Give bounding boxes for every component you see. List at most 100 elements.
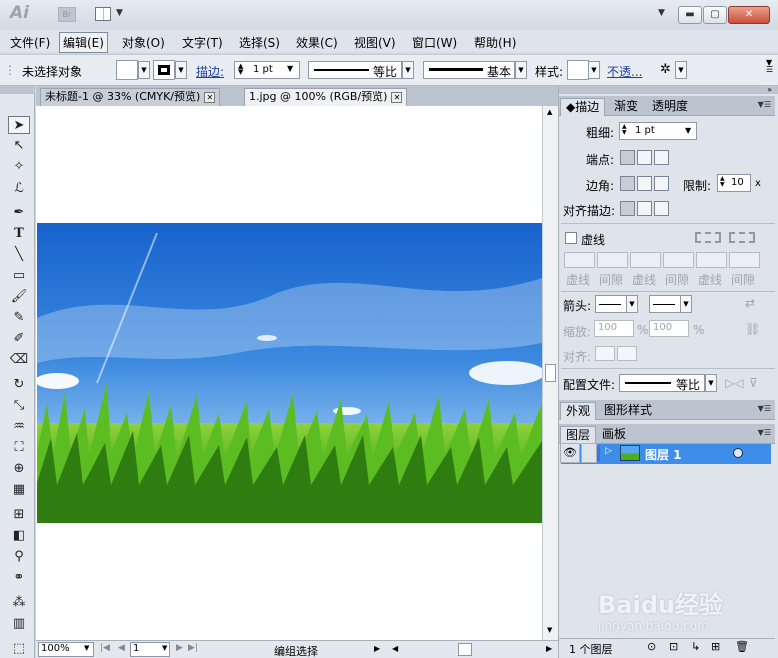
dash-align-icon[interactable] — [729, 232, 755, 243]
dash-2-input[interactable] — [630, 252, 661, 268]
bridge-button[interactable]: Br — [58, 7, 76, 22]
rectangle-tool-icon[interactable]: ▭ — [8, 267, 30, 285]
stroke-swatch[interactable] — [153, 60, 175, 80]
butt-cap-icon[interactable] — [620, 150, 635, 165]
scroll-right-icon[interactable]: ▶ — [546, 644, 552, 653]
shape-builder-tool-icon[interactable]: ⊕ — [8, 460, 30, 478]
artboard-dropdown-icon[interactable]: ▼ — [162, 644, 167, 652]
vertical-scrollbar[interactable]: ▲ ▼ — [542, 106, 558, 640]
align-inside-icon[interactable] — [637, 201, 652, 216]
appearance-menu-icon[interactable]: ▼☰ — [758, 404, 771, 413]
start-arrow-dropdown-icon[interactable]: ▼ — [626, 295, 638, 313]
delete-layer-icon[interactable]: 🗑 — [735, 640, 749, 653]
symbol-sprayer-tool-icon[interactable]: ⁂ — [8, 594, 30, 612]
scroll-up-icon[interactable]: ▲ — [547, 108, 552, 116]
flip-across-icon[interactable]: ⊽ — [749, 376, 758, 390]
weight-dropdown-icon[interactable]: ▼ — [685, 126, 691, 135]
recolor-icon[interactable]: ✲ — [660, 62, 671, 77]
start-scale-input[interactable]: 100 — [594, 320, 634, 337]
align-center-icon[interactable] — [620, 201, 635, 216]
dashed-line-checkbox[interactable] — [565, 232, 577, 244]
tab-graphic-styles[interactable]: 图形样式 — [599, 402, 657, 420]
layer-name[interactable]: 图层 1 — [645, 446, 682, 463]
blob-brush-tool-icon[interactable]: ✐ — [8, 330, 30, 348]
paintbrush-tool-icon[interactable]: 🖌 — [8, 288, 30, 306]
menu-select[interactable]: 选择(S) — [236, 33, 283, 52]
blend-tool-icon[interactable]: ⚭ — [8, 569, 30, 587]
menu-effect[interactable]: 效果(C) — [293, 33, 341, 52]
close-tab-icon[interactable]: ✕ — [391, 91, 403, 103]
workspace-dropdown-icon[interactable]: ▼ — [658, 8, 665, 18]
opacity-link[interactable]: 不透... — [607, 63, 642, 80]
mesh-tool-icon[interactable]: ⊞ — [8, 506, 30, 524]
lock-toggle[interactable] — [581, 443, 597, 463]
tab-gradient[interactable]: 渐变 — [609, 98, 643, 116]
artboard-tool-icon[interactable]: ⬚ — [8, 640, 30, 658]
direct-selection-tool-icon[interactable]: ↖ — [8, 137, 30, 155]
lasso-tool-icon[interactable]: ℒ — [8, 180, 30, 198]
swap-arrows-icon[interactable]: ⇄ — [745, 296, 755, 310]
menu-view[interactable]: 视图(V) — [351, 33, 399, 52]
line-tool-icon[interactable]: ╲ — [8, 246, 30, 264]
collapse-dock-icon[interactable]: » — [767, 85, 772, 94]
fill-dropdown-icon[interactable]: ▼ — [138, 61, 150, 79]
layer-row[interactable]: 👁 ▷ 图层 1 — [560, 443, 771, 464]
arrange-documents-icon[interactable] — [95, 7, 111, 21]
round-cap-icon[interactable] — [637, 150, 652, 165]
new-sublayer-icon[interactable]: ↳ — [691, 640, 700, 653]
width-profile-select[interactable]: 等比 — [619, 374, 705, 392]
menu-file[interactable]: 文件(F) — [7, 33, 53, 52]
next-artboard-icon[interactable]: ▶ — [176, 643, 183, 653]
layers-menu-icon[interactable]: ▼☰ — [758, 428, 771, 437]
placed-image[interactable] — [37, 223, 542, 523]
control-menu-icon[interactable]: ▼ ☰ — [766, 59, 773, 74]
menu-help[interactable]: 帮助(H) — [471, 33, 519, 52]
type-tool-icon[interactable]: T — [8, 225, 30, 243]
close-button[interactable]: ✕ — [728, 6, 770, 24]
projecting-cap-icon[interactable] — [654, 150, 669, 165]
column-graph-tool-icon[interactable]: ▥ — [8, 615, 30, 633]
warp-tool-icon[interactable]: ♒ — [8, 418, 30, 436]
end-scale-input[interactable]: 100 — [649, 320, 689, 337]
dash-1-input[interactable] — [564, 252, 595, 268]
doc-tab-untitled[interactable]: 未标题-1 @ 33% (CMYK/预览) ✕ — [40, 88, 221, 106]
close-tab-icon[interactable]: ✕ — [204, 91, 216, 103]
first-artboard-icon[interactable]: |◀ — [100, 643, 110, 653]
eraser-tool-icon[interactable]: ⌫ — [8, 351, 30, 369]
doc-tab-image[interactable]: 1.jpg @ 100% (RGB/预览) ✕ — [244, 88, 408, 106]
start-arrowhead-select[interactable] — [595, 295, 627, 313]
end-arrow-dropdown-icon[interactable]: ▼ — [680, 295, 692, 313]
selection-tool-icon[interactable]: ➤ — [8, 116, 30, 134]
last-artboard-icon[interactable]: ▶| — [188, 643, 198, 653]
arrow-place-icon[interactable] — [617, 346, 637, 361]
stroke-panel-menu-icon[interactable]: ▼☰ — [758, 100, 771, 109]
limit-stepper-icon[interactable]: ▲ ▼ — [720, 176, 725, 188]
visibility-eye-icon[interactable]: 👁 — [560, 443, 580, 463]
tab-stroke[interactable]: ◆描边 — [560, 98, 606, 116]
weight-stepper-icon[interactable]: ▲ ▼ — [622, 124, 627, 136]
scale-tool-icon[interactable]: ⤡ — [8, 397, 30, 415]
expand-layer-icon[interactable]: ▷ — [605, 446, 612, 456]
pen-tool-icon[interactable]: ✒ — [8, 204, 30, 222]
graphic-style-swatch[interactable] — [567, 60, 589, 80]
weight-stepper-icon[interactable]: ▲ ▼ — [238, 63, 243, 76]
magic-wand-tool-icon[interactable]: ✧ — [8, 158, 30, 176]
dash-preserve-icon[interactable] — [695, 232, 721, 243]
style-dropdown-icon[interactable]: ▼ — [588, 61, 600, 79]
zoom-dropdown-icon[interactable]: ▼ — [84, 644, 89, 652]
miter-join-icon[interactable] — [620, 176, 635, 191]
gap-1-input[interactable] — [597, 252, 628, 268]
scroll-left-icon[interactable]: ◀ — [392, 644, 398, 653]
profile-dropdown-icon[interactable]: ▼ — [705, 374, 717, 392]
menu-object[interactable]: 对象(O) — [119, 33, 168, 52]
dash-3-input[interactable] — [696, 252, 727, 268]
brush-definition[interactable]: 基本 — [423, 61, 515, 79]
tab-transparency[interactable]: 透明度 — [647, 98, 693, 116]
status-menu-icon[interactable]: ▶ — [374, 644, 380, 653]
menu-window[interactable]: 窗口(W) — [409, 33, 460, 52]
free-transform-tool-icon[interactable]: ⛶ — [8, 439, 30, 457]
weight-dropdown-icon[interactable]: ▼ — [287, 64, 293, 73]
menu-type[interactable]: 文字(T) — [179, 33, 226, 52]
tab-appearance[interactable]: 外观 — [560, 402, 597, 420]
profile-dropdown-icon[interactable]: ▼ — [402, 61, 414, 79]
